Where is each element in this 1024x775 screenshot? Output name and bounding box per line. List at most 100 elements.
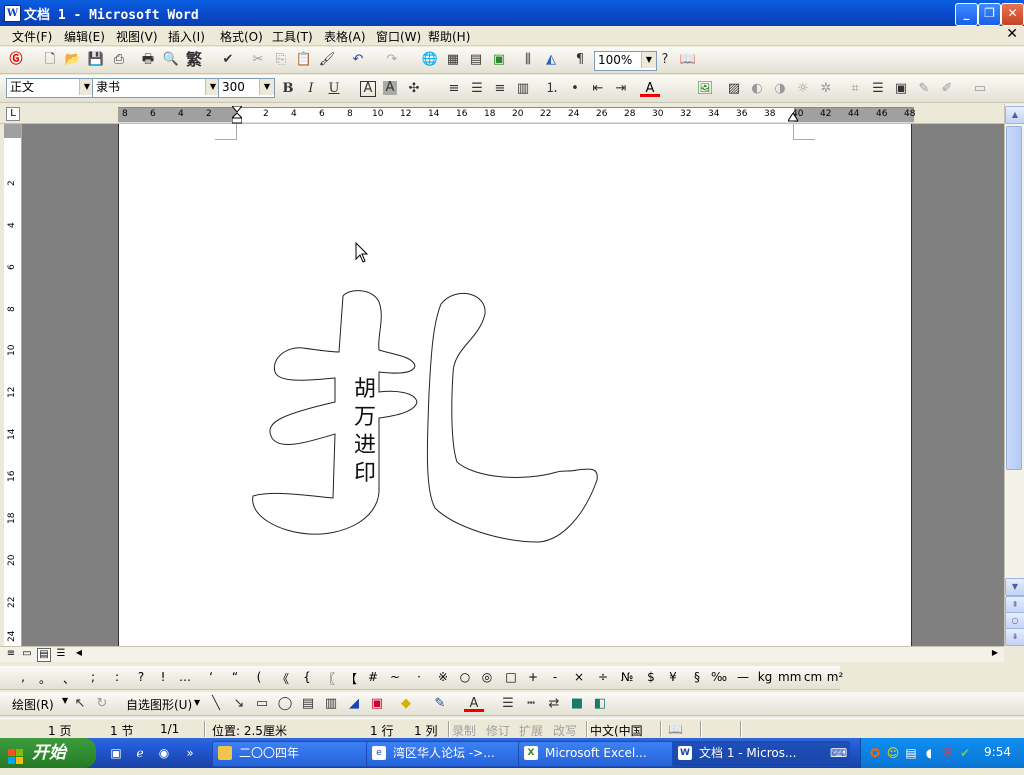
permission-icon[interactable]: ⎙ xyxy=(109,50,129,70)
open-folder-icon[interactable]: 📂 xyxy=(63,50,83,70)
close-document-icon[interactable]: ✕ xyxy=(1006,26,1018,42)
cut-icon[interactable]: ✂ xyxy=(248,50,268,70)
underline-button[interactable]: U xyxy=(324,79,344,99)
task-word[interactable]: W 文档 1 - Micros... xyxy=(672,741,850,767)
font-color-button[interactable]: A xyxy=(640,79,660,97)
brightness-icon[interactable]: ◑ xyxy=(770,79,790,99)
textbox-icon[interactable]: ▤ xyxy=(298,694,318,714)
rectangle-icon[interactable]: ▭ xyxy=(252,694,272,714)
contrast-icon[interactable]: ◐ xyxy=(747,79,767,99)
redo-icon[interactable]: ↷ xyxy=(382,50,402,70)
horizontal-ruler[interactable]: L 8 6 4 2 2 4 6 8 10 12 14 16 18 20 22 2… xyxy=(0,104,1024,124)
line-icon[interactable]: ╲ xyxy=(206,694,226,714)
symbol-button[interactable]: ! xyxy=(152,670,174,684)
print-icon[interactable]: 🖶 xyxy=(138,50,158,70)
symbol-button[interactable]: 〖 xyxy=(318,670,340,687)
symbol-button[interactable]: mm xyxy=(778,670,801,684)
symbol-button[interactable]: 【 xyxy=(340,670,362,687)
symbol-button[interactable]: — xyxy=(732,670,754,684)
fill-color-icon[interactable]: ◆ xyxy=(396,694,416,714)
symbol-button[interactable]: kg xyxy=(754,670,776,684)
show-hide-icon[interactable]: ¶ xyxy=(570,50,590,70)
web-view-icon[interactable]: ▭ xyxy=(20,648,34,662)
compress-icon[interactable]: ▣ xyxy=(891,79,911,99)
close-button[interactable]: ✕ xyxy=(1001,3,1024,26)
wordart-icon[interactable]: ◢ xyxy=(344,694,364,714)
scroll-right-button[interactable]: ▶ xyxy=(988,648,1002,662)
symbol-button[interactable]: ‰ xyxy=(708,670,730,684)
oval-icon[interactable]: ◯ xyxy=(275,694,295,714)
chevron-down-icon[interactable]: ▼ xyxy=(194,698,200,707)
tray-app-icon[interactable]: ✪ xyxy=(867,745,883,761)
symbol-button[interactable]: “ xyxy=(224,670,246,684)
text-box-icon[interactable]: ▭ xyxy=(970,79,990,99)
undo-icon[interactable]: ↶ xyxy=(348,50,368,70)
symbol-button[interactable]: cm xyxy=(802,670,824,684)
dash-style-icon[interactable]: ┅ xyxy=(521,694,541,714)
autoshapes-button[interactable]: 自选图形(U) xyxy=(126,696,192,713)
spelling-icon[interactable]: ✔ xyxy=(218,50,238,70)
title-bar[interactable]: W 文档 1 - Microsoft Word _ ❐ ✕ xyxy=(0,0,1024,26)
symbol-button[interactable]: 《 xyxy=(272,670,294,687)
symbol-button[interactable]: # xyxy=(362,670,384,684)
scroll-thumb[interactable] xyxy=(1006,126,1022,470)
tray-volume-icon[interactable]: ◖ xyxy=(921,745,937,761)
arrow-style-icon[interactable]: ⇄ xyxy=(544,694,564,714)
distribute-icon[interactable]: ▥ xyxy=(513,79,533,99)
read-icon[interactable]: 📖 xyxy=(678,50,698,70)
menu-format[interactable]: 格式(O) xyxy=(220,28,263,45)
menu-table[interactable]: 表格(A) xyxy=(324,28,366,45)
menu-window[interactable]: 窗口(W) xyxy=(376,28,421,45)
decrease-indent-icon[interactable]: ⇤ xyxy=(588,79,608,99)
symbol-button[interactable]: 。 xyxy=(34,670,56,687)
quicklaunch-media-icon[interactable]: ◉ xyxy=(156,745,172,761)
document-page[interactable]: 扎 胡 万 进 印 xyxy=(118,124,912,646)
word-icon[interactable]: W xyxy=(4,5,21,22)
symbol-button[interactable]: 、 xyxy=(58,670,80,687)
scroll-left-button[interactable]: ◀ xyxy=(72,648,86,662)
picture-tool-icon[interactable]: ▨ xyxy=(724,79,744,99)
align-center-icon[interactable]: ☰ xyxy=(467,79,487,99)
traditional-chinese-button[interactable]: 繁 xyxy=(184,50,204,70)
symbol-button[interactable]: ‘ xyxy=(200,670,222,684)
task-browser[interactable]: e 湾区华人论坛 ->... xyxy=(366,741,542,767)
start-button[interactable]: 开始 xyxy=(0,738,96,768)
chevron-down-icon[interactable]: ▼ xyxy=(62,696,68,705)
insert-table-icon[interactable]: ▤ xyxy=(466,50,486,70)
chevron-down-icon[interactable]: ▼ xyxy=(259,79,274,95)
clipart-icon[interactable]: ▣ xyxy=(367,694,387,714)
drawing-font-color-button[interactable]: A xyxy=(464,694,484,712)
status-extend[interactable]: 扩展 xyxy=(519,722,543,739)
draw-menu-button[interactable]: 绘图(R) xyxy=(12,696,54,713)
symbol-button[interactable]: × xyxy=(568,670,590,684)
arrow-icon[interactable]: ↘ xyxy=(229,694,249,714)
wrap-icon[interactable]: ✎ xyxy=(914,79,934,99)
symbol-button[interactable]: , xyxy=(12,670,34,684)
line-style-icon[interactable]: ☰ xyxy=(868,79,888,99)
menu-file[interactable]: 文件(F) xyxy=(12,28,52,45)
brightness-down-icon[interactable]: ✲ xyxy=(816,79,836,99)
menu-tools[interactable]: 工具(T) xyxy=(272,28,313,45)
format-picture-icon[interactable]: ✐ xyxy=(937,79,957,99)
symbol-button[interactable]: ÷ xyxy=(592,670,614,684)
ruler-track[interactable]: 8 6 4 2 2 4 6 8 10 12 14 16 18 20 22 24 … xyxy=(118,105,915,124)
align-left-icon[interactable]: ≡ xyxy=(444,79,464,99)
style-select[interactable]: 正文 ▼ xyxy=(6,78,95,98)
char-shading-button[interactable]: A xyxy=(383,81,397,95)
menu-edit[interactable]: 编辑(E) xyxy=(64,28,105,45)
font-size-select[interactable]: 300 ▼ xyxy=(218,78,275,98)
symbol-button[interactable]: ¥ xyxy=(662,670,684,684)
symbol-button[interactable]: - xyxy=(544,670,566,684)
help-icon[interactable]: ? xyxy=(655,50,675,70)
bold-button[interactable]: B xyxy=(278,79,298,99)
tray-messenger-icon[interactable]: ☺ xyxy=(885,745,901,761)
horizontal-scrollbar[interactable]: ≡ ▭ ▤ ☰ ◀ ▶ xyxy=(0,646,1004,662)
print-view-icon[interactable]: ▤ xyxy=(37,648,51,662)
symbol-button[interactable]: § xyxy=(686,670,708,684)
symbol-button[interactable]: · xyxy=(408,670,430,684)
bullets-icon[interactable]: • xyxy=(565,79,585,99)
tray-security-icon[interactable]: ⛨ xyxy=(939,745,955,761)
tray-network-icon[interactable]: ▤ xyxy=(903,745,919,761)
vertical-scrollbar[interactable]: ▲ ▼ ⇞ ○ ⇟ xyxy=(1004,104,1024,646)
vertical-textbox-icon[interactable]: ▥ xyxy=(321,694,341,714)
